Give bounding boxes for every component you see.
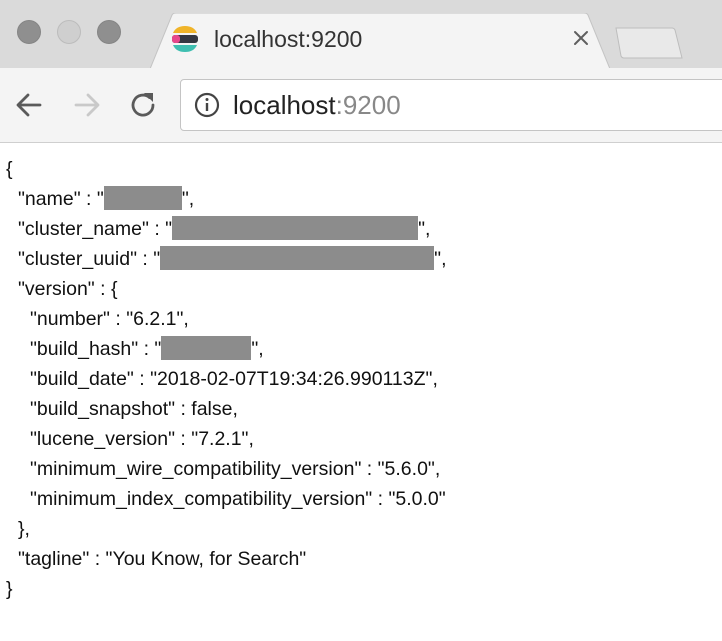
url-text[interactable]: localhost:9200 <box>233 90 401 121</box>
info-icon[interactable] <box>194 92 220 118</box>
url-host: localhost <box>233 90 336 120</box>
json-line-version-open: "version" : { <box>18 278 118 300</box>
redacted-value <box>103 186 182 211</box>
json-line-version-close: }, <box>18 518 30 540</box>
json-line-cluster-name: "cluster_name" : " ", <box>18 214 430 244</box>
json-line-build-date: "build_date" : "2018-02-07T19:34:26.9901… <box>30 368 438 390</box>
json-key-name: "name" : " <box>18 188 104 210</box>
window-close-button[interactable] <box>17 20 41 44</box>
browser-toolbar: localhost:9200 <box>0 68 722 143</box>
redacted-value <box>161 336 252 361</box>
json-line-min-wire-version: "minimum_wire_compatibility_version" : "… <box>30 458 441 480</box>
json-close-cluster-name: ", <box>418 218 431 240</box>
json-line-min-index-version: "minimum_index_compatibility_version" : … <box>30 488 446 510</box>
url-port: :9200 <box>335 90 401 120</box>
json-close-build-hash: ", <box>251 338 264 360</box>
json-line-tagline: "tagline" : "You Know, for Search" <box>18 548 307 570</box>
json-line-name: "name" : " ", <box>18 184 194 214</box>
redacted-value <box>172 216 419 241</box>
json-line-cluster-uuid: "cluster_uuid" : " ", <box>18 244 447 274</box>
json-key-cluster-name: "cluster_name" : " <box>18 218 173 240</box>
redacted-value <box>160 246 435 271</box>
new-tab-button[interactable] <box>614 26 684 60</box>
back-arrow-icon[interactable] <box>12 88 46 122</box>
json-response-view: { "name" : " ", "cluster_name" : " ", "clu… <box>0 144 722 641</box>
json-line-build-snapshot: "build_snapshot" : false, <box>30 398 238 420</box>
json-line-build-hash: "build_hash" : " ", <box>30 334 264 364</box>
json-line-number: "number" : "6.2.1", <box>30 308 189 330</box>
reload-icon[interactable] <box>126 88 160 122</box>
tab-title: localhost:9200 <box>214 26 363 52</box>
json-close-name: ", <box>181 188 195 210</box>
json-key-build-hash: "build_hash" : " <box>30 338 162 360</box>
json-key-cluster-uuid: "cluster_uuid" : " <box>18 248 161 270</box>
close-icon[interactable] <box>570 27 592 49</box>
json-open-brace: { <box>6 158 13 180</box>
json-line-lucene-version: "lucene_version" : "7.2.1", <box>30 428 254 450</box>
json-close-cluster-uuid: ", <box>434 248 447 270</box>
window-minimize-button[interactable] <box>57 20 81 44</box>
tab-localhost[interactable]: localhost:9200 <box>150 13 610 69</box>
tab-strip: localhost:9200 <box>0 0 722 69</box>
window-maximize-button[interactable] <box>97 20 121 44</box>
json-close-brace: } <box>6 578 13 600</box>
browser-window: localhost:9200 localhost:9200 {"name":… <box>0 0 722 641</box>
address-bar[interactable]: localhost:9200 <box>180 79 722 131</box>
forward-arrow-icon[interactable] <box>70 88 104 122</box>
elastic-logo-icon <box>172 26 198 52</box>
